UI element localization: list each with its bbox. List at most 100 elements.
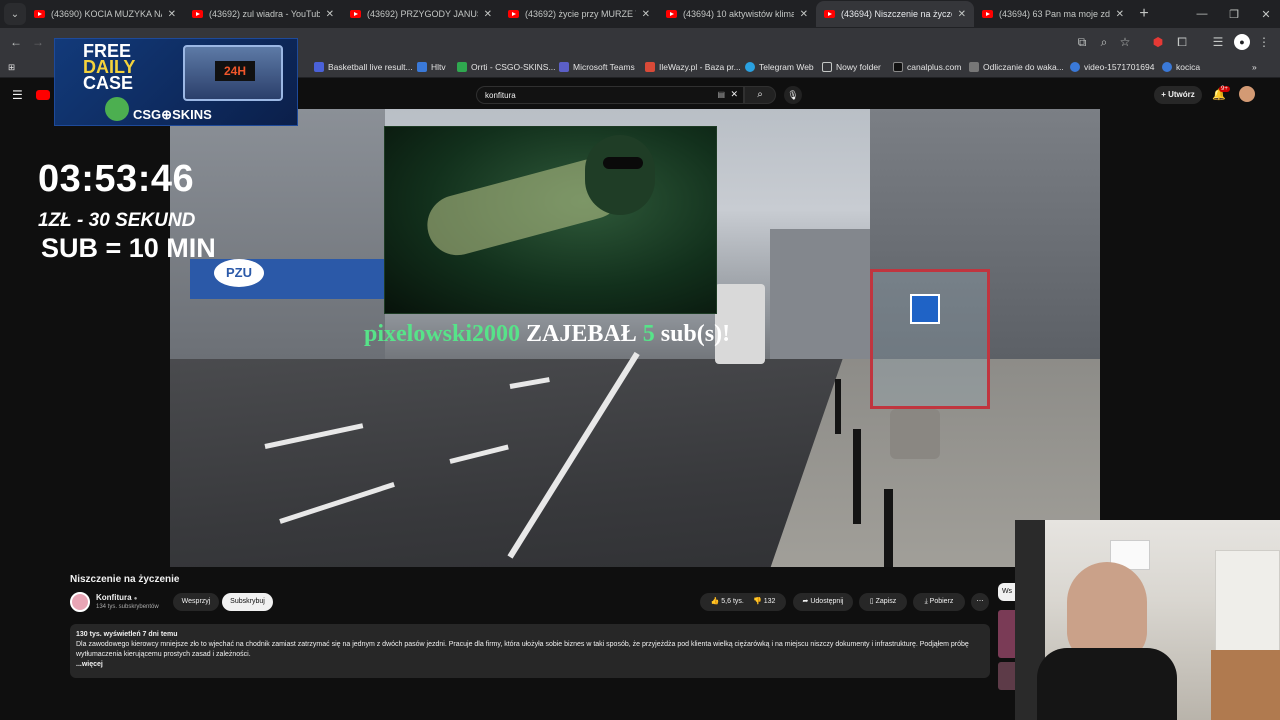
bollard	[884, 489, 893, 567]
close-tab-icon[interactable]: ✕	[800, 9, 808, 20]
youtube-logo-icon[interactable]	[36, 90, 50, 100]
tab-title: (43694) Niszczenie na życzenie	[841, 9, 952, 19]
thumbs-down-icon: 👎	[753, 598, 764, 605]
search-button[interactable]: ⌕	[744, 86, 776, 104]
bookmark-item[interactable]: video-1571701694	[1070, 60, 1154, 74]
wardrobe	[1215, 550, 1280, 660]
more-bookmarks-icon[interactable]: »	[1252, 60, 1257, 74]
related-video-thumbnails[interactable]	[998, 584, 1015, 690]
back-icon[interactable]: ←	[8, 34, 24, 50]
bookmark-label: Microsoft Teams	[573, 62, 635, 72]
extension-icon[interactable]: ⬢	[1150, 34, 1166, 50]
zoom-icon[interactable]: ⌕	[1096, 34, 1112, 50]
bookmark-label: video-1571701694	[1084, 62, 1155, 72]
like-button[interactable]: 👍 5,6 tys.	[711, 593, 744, 611]
channel-name-text: Konfitura	[96, 593, 132, 602]
related-thumbnail[interactable]	[998, 610, 1015, 658]
channel-avatar[interactable]	[70, 592, 90, 612]
browser-tab[interactable]: (43692) zul wiadra - YouTube ✕	[184, 1, 342, 27]
share-label: Udostępnij	[810, 598, 844, 605]
tab-groups-icon[interactable]: ☰	[1210, 34, 1226, 50]
forward-icon[interactable]: →	[30, 34, 46, 50]
bookmark-folder[interactable]: Nowy folder	[822, 60, 881, 74]
sub-alert-text: pixelowski2000 ZAJEBAŁ 5 sub(s)!	[364, 321, 784, 351]
menu-kebab-icon[interactable]: ⋮	[1256, 34, 1272, 50]
tab-title: (43694) 63 Pan ma moje zdjęc	[999, 9, 1110, 19]
create-button[interactable]: + Utwórz	[1154, 86, 1202, 104]
apps-grid-icon[interactable]: ⊞	[8, 60, 15, 74]
subathon-timer: 03:53:46	[38, 158, 195, 200]
extensions-puzzle-icon[interactable]: ⧠	[1174, 34, 1190, 50]
browser-tab[interactable]: (43690) KOCIA MUZYKA NA BE ✕	[26, 1, 184, 27]
youtube-favicon-icon	[350, 10, 361, 18]
download-button[interactable]: ⤓ Pobierz	[913, 593, 965, 611]
hamburger-menu-icon[interactable]: ☰	[12, 88, 23, 102]
cardboard-box	[1211, 650, 1280, 720]
show-more-link[interactable]: ...więcej	[76, 660, 984, 670]
share-button[interactable]: ➦ Udostępnij	[793, 593, 853, 611]
tab-title: (43692) życie przy MURZE TRU	[525, 9, 636, 19]
trash-bin	[890, 409, 940, 459]
tab-search-chevron-icon[interactable]: ⌄	[4, 3, 26, 25]
profile-avatar-icon[interactable]: ●	[1234, 34, 1250, 50]
voice-search-mic-icon[interactable]: 🎙	[784, 86, 802, 104]
close-window-icon[interactable]: ✕	[1250, 0, 1280, 28]
bookmark-label: Basketball live result...	[328, 62, 413, 72]
account-avatar[interactable]	[1239, 86, 1255, 102]
minimize-icon[interactable]: —	[1186, 0, 1218, 28]
bookmark-item[interactable]: Odliczanie do waka...	[969, 60, 1064, 74]
sunglasses-icon	[603, 157, 643, 169]
bookmark-label: Hltv	[431, 62, 446, 72]
save-button[interactable]: ▯ Zapisz	[859, 593, 907, 611]
browser-tab[interactable]: (43692) PRZYGODY JANUSZA W ✕	[342, 1, 500, 27]
new-tab-icon[interactable]: +	[1132, 5, 1156, 23]
bookmark-item[interactable]: Hltv	[417, 60, 446, 74]
video-title: Niszczenie na życzenie	[70, 574, 180, 585]
search-input[interactable]: konfitura ▤ ✕	[476, 86, 744, 104]
sub-rate-text: SUB = 10 MIN	[41, 233, 216, 263]
create-label: Utwórz	[1168, 90, 1195, 99]
youtube-favicon-icon	[982, 10, 993, 18]
clear-search-icon[interactable]: ✕	[730, 89, 738, 100]
close-tab-icon[interactable]: ✕	[642, 9, 650, 20]
bookmark-item[interactable]: Telegram Web	[745, 60, 814, 74]
tab-title: (43690) KOCIA MUZYKA NA BE	[51, 9, 162, 19]
close-tab-icon[interactable]: ✕	[1116, 9, 1124, 20]
alert-action: ZAJEBAŁ	[520, 321, 643, 347]
more-actions-icon[interactable]: ⋯	[971, 593, 989, 611]
browser-tab[interactable]: (43694) 10 aktywistów klimatyc ✕	[658, 1, 816, 27]
browser-tab-active[interactable]: (43694) Niszczenie na życzenie ✕	[816, 1, 974, 27]
related-thumbnail[interactable]	[998, 662, 1015, 690]
restore-icon[interactable]: ❐	[1218, 0, 1250, 28]
cast-icon[interactable]: ⧉	[1074, 34, 1090, 50]
bookmark-item[interactable]: Microsoft Teams	[559, 60, 635, 74]
bookmark-star-icon[interactable]: ☆	[1117, 34, 1133, 50]
bookmark-item[interactable]: Orrti - CSGO-SKINS...	[457, 60, 556, 74]
bookmark-label: Orrti - CSGO-SKINS...	[471, 62, 556, 72]
close-tab-icon[interactable]: ✕	[326, 9, 334, 20]
join-support-button[interactable]: Wesprzyj	[173, 593, 219, 611]
bookmark-label: Odliczanie do waka...	[983, 62, 1064, 72]
bookmark-item[interactable]: Basketball live result...	[314, 60, 413, 74]
donation-rate-text: 1ZŁ - 30 SEKUND	[38, 210, 196, 231]
pepe-frog-icon	[105, 97, 129, 121]
notification-count-badge: 9+	[1219, 86, 1230, 92]
browser-tab[interactable]: (43694) 63 Pan ma moje zdjęc ✕	[974, 1, 1132, 27]
bookmark-item[interactable]: IleWazy.pl - Baza pr...	[645, 60, 741, 74]
keyboard-icon[interactable]: ▤	[717, 90, 725, 99]
channel-name[interactable]: Konfitura ●	[96, 593, 137, 602]
alert-suffix: sub(s)!	[654, 321, 731, 347]
close-tab-icon[interactable]: ✕	[168, 9, 176, 20]
dislike-button[interactable]: 👎 132	[753, 593, 775, 611]
bollard	[853, 429, 861, 524]
bookmark-item[interactable]: canalplus.com	[893, 60, 961, 74]
bookmark-item[interactable]: kocica	[1162, 60, 1200, 74]
close-tab-icon[interactable]: ✕	[958, 9, 966, 20]
video-description[interactable]: 130 tys. wyświetleń 7 dni temu Dla zawod…	[70, 624, 990, 678]
close-tab-icon[interactable]: ✕	[484, 9, 492, 20]
bookmark-label: IleWazy.pl - Baza pr...	[659, 62, 741, 72]
tab-title: (43692) zul wiadra - YouTube	[209, 9, 320, 19]
alert-username: pixelowski2000	[364, 321, 521, 347]
browser-tab[interactable]: (43692) życie przy MURZE TRU ✕	[500, 1, 658, 27]
subscribe-button[interactable]: Subskrybuj	[222, 593, 273, 611]
